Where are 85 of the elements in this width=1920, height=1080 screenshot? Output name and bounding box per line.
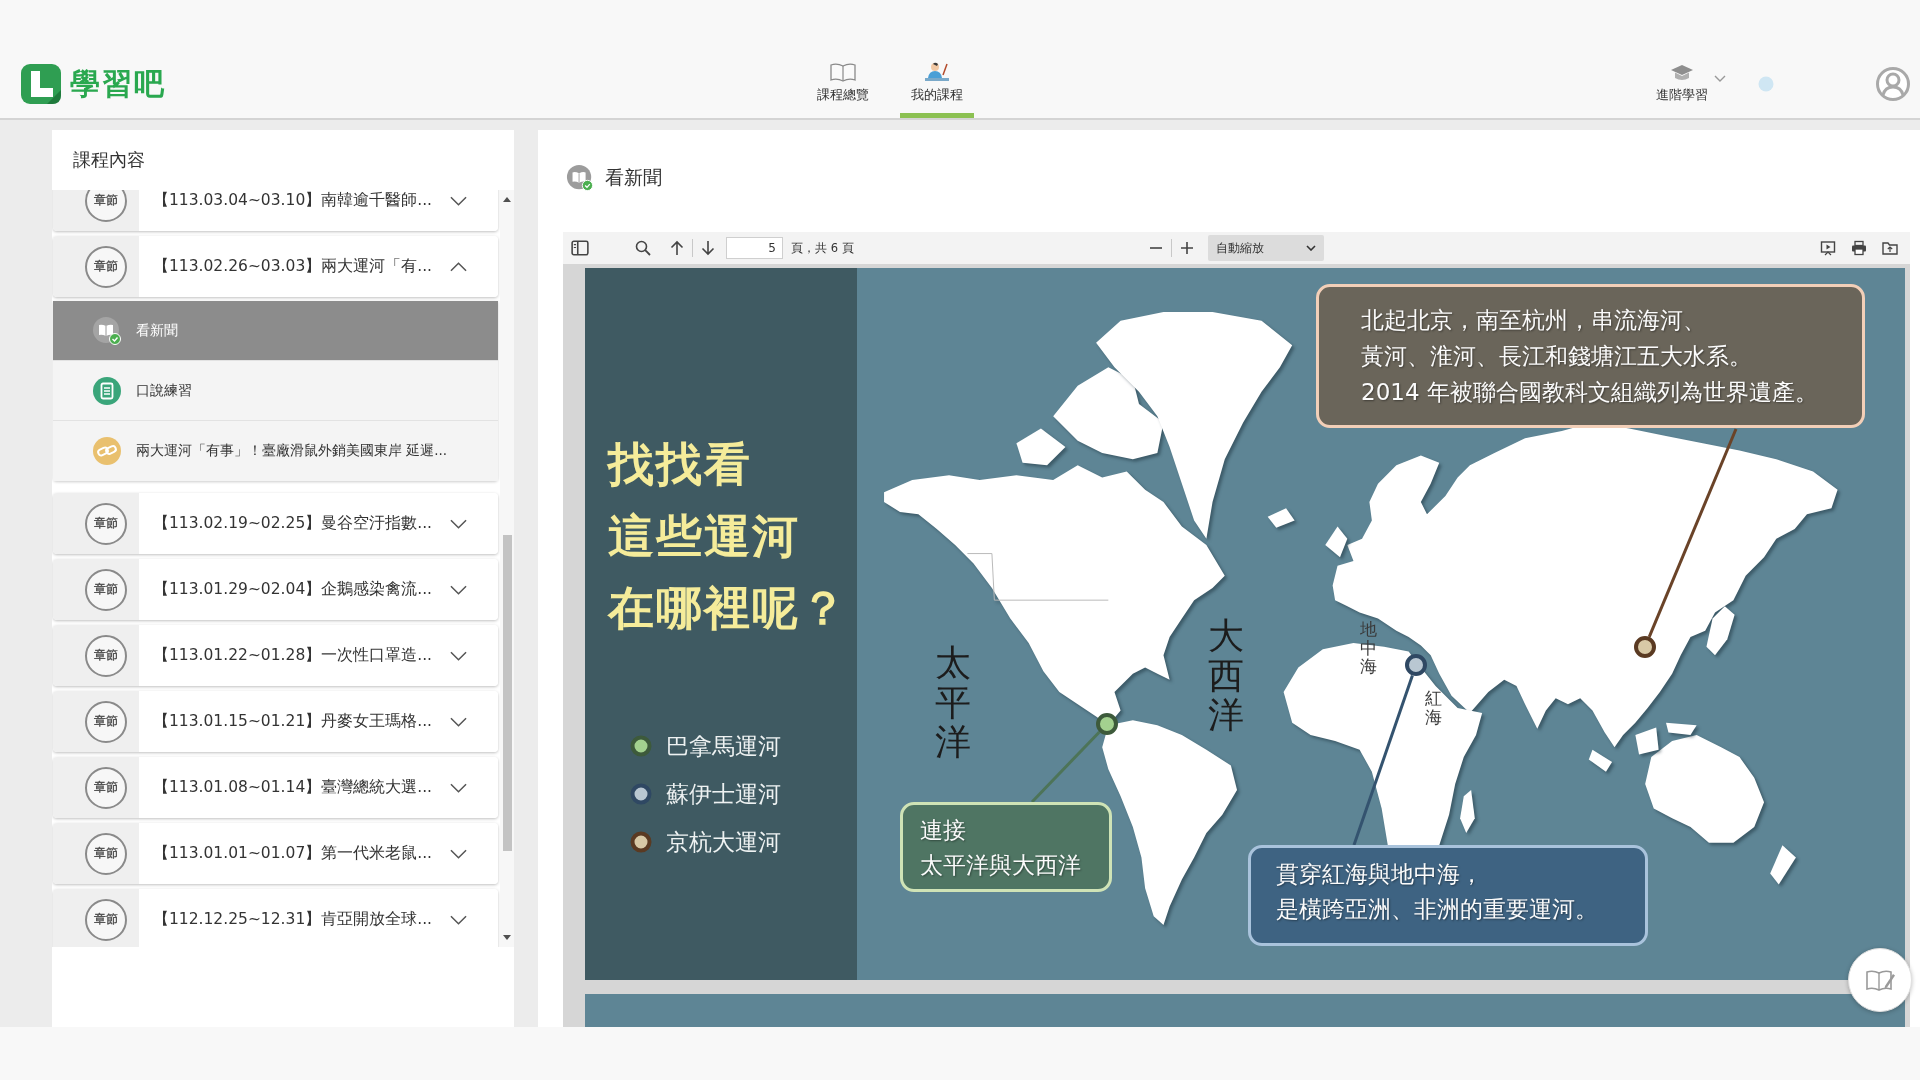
legend-marker-icon (630, 831, 652, 853)
print-icon[interactable] (1850, 240, 1868, 256)
nav-tab[interactable]: 課程總覽 (806, 62, 880, 118)
sea-label: 地中海 (1360, 620, 1377, 677)
presentation-icon[interactable] (1819, 240, 1837, 256)
chapter-badge: 章節 (85, 634, 127, 677)
island-landmass (1325, 526, 1348, 558)
lesson-item[interactable]: 兩大運河「有事」！臺廠滑鼠外銷美國東岸 延遲... (53, 421, 498, 481)
chapter-row[interactable]: 章節 【113.01.15~01.21】丹麥女王瑪格... (53, 691, 498, 752)
arrow-down-icon[interactable] (699, 240, 717, 256)
chapter-badge: 章節 (85, 245, 127, 288)
chapter-row[interactable]: 章節 【112.12.25~12.31】肯亞開放全球... (53, 889, 498, 947)
document-icon (92, 375, 122, 406)
legend-marker-icon (630, 783, 652, 805)
island-landmass (1770, 845, 1796, 885)
chapter-badge: 章節 (85, 898, 127, 941)
lesson-label: 兩大運河「有事」！臺廠滑鼠外銷美國東岸 延遲... (136, 442, 448, 460)
island-landmass (1460, 790, 1475, 833)
canal-marker-icon (1634, 636, 1656, 658)
logo-icon (21, 64, 61, 104)
link-icon (92, 436, 122, 466)
chapter-title: 【112.12.25~12.31】肯亞開放全球... (153, 909, 433, 930)
island-landmass (1635, 727, 1659, 755)
chevron-down-icon (1714, 75, 1726, 83)
legend-marker-icon (630, 735, 652, 757)
map-callout: 貫穿紅海與地中海， 是橫跨亞洲、非洲的重要運河。 (1248, 845, 1648, 946)
menu-button[interactable]: 進階學習 (1656, 64, 1726, 104)
chapter-row[interactable]: 章節 【113.01.22~01.28】一次性口罩造... (53, 625, 498, 686)
page-count: 頁，共 6 頁 (791, 240, 854, 256)
chapter-row[interactable]: 章節 【113.01.08~01.14】臺灣總統大選... (53, 757, 498, 818)
ocean-label: 大西洋 (1208, 616, 1244, 735)
lesson-label: 口說練習 (136, 381, 192, 400)
chapter-row[interactable]: 章節 【113.02.26~03.03】兩大運河「有... (53, 236, 498, 297)
legend-label: 巴拿馬運河 (666, 731, 781, 761)
page-number-field[interactable]: 5 (726, 237, 783, 259)
sidebar-title: 課程內容 (72, 148, 146, 172)
chapter-title: 【113.01.08~01.14】臺灣總統大選... (153, 777, 433, 798)
caret-icon (1305, 245, 1316, 251)
book-pen-icon (1865, 968, 1895, 992)
ocean-label: 太平洋 (935, 643, 971, 762)
chapter-row[interactable]: 章節 【113.02.19~02.25】曼谷空汙指數... (53, 493, 498, 554)
teacher-icon (924, 62, 950, 82)
chapter-badge: 章節 (85, 700, 127, 743)
chapter-title: 【113.01.22~01.28】一次性口罩造... (153, 645, 433, 666)
arrow-up-icon[interactable] (668, 240, 686, 256)
island-landmass (1706, 606, 1735, 656)
map-callout: 連接 太平洋與大西洋 (900, 802, 1112, 892)
slide-heading: 找找看 這些運河 在哪裡呢？ (608, 436, 849, 637)
content-title: 看新聞 (605, 165, 662, 190)
book-check-icon (92, 315, 122, 346)
book-check-icon (566, 164, 594, 192)
circle-icon (1758, 76, 1774, 92)
folder-icon[interactable] (1881, 240, 1899, 256)
chapter-row[interactable]: 章節 【113.01.01~01.07】第一代米老鼠... (53, 823, 498, 884)
lesson-label: 看新聞 (136, 321, 178, 340)
sidebar-toggle-icon[interactable] (571, 240, 589, 256)
lesson-item[interactable]: 口說練習 (53, 361, 498, 421)
chapter-title: 【113.02.19~02.25】曼谷空汙指數... (153, 513, 433, 534)
canal-marker-icon (1405, 654, 1427, 676)
sea-label: 紅海 (1425, 689, 1442, 727)
chapter-title: 【113.02.26~03.03】兩大運河「有... (153, 256, 433, 277)
chapter-title: 【113.03.04~03.10】南韓逾千醫師... (153, 190, 433, 211)
chapter-badge: 章節 (85, 568, 127, 611)
chapter-badge: 章節 (85, 766, 127, 809)
chapter-row[interactable]: 章節 【113.03.04~03.10】南韓逾千醫師... (53, 190, 498, 231)
chapter-row[interactable]: 章節 【113.01.29~02.04】企鵝感染禽流... (53, 559, 498, 620)
zoom-select[interactable]: 自動縮放 (1207, 235, 1324, 261)
legend-label: 蘇伊士運河 (666, 779, 781, 809)
chapter-title: 【113.01.29~02.04】企鵝感染禽流... (153, 579, 433, 600)
book-icon (830, 62, 856, 82)
scroll-up-arrow-icon[interactable] (503, 196, 511, 202)
chapter-title: 【113.01.15~01.21】丹麥女王瑪格... (153, 711, 433, 732)
chapter-title: 【113.01.01~01.07】第一代米老鼠... (153, 843, 433, 864)
logo-text: 學習吧 (70, 64, 166, 103)
map-callout: 北起北京，南至杭州，串流海河、 黃河、淮河、長江和錢塘江五大水系。 2014 年被聯合國教科文組織列為世界遺產。 (1316, 284, 1865, 428)
scrollbar[interactable] (500, 190, 514, 947)
chapter-badge: 章節 (85, 190, 127, 222)
canal-marker-icon (1096, 713, 1118, 735)
scroll-down-arrow-icon[interactable] (503, 935, 511, 941)
island-landmass (1267, 508, 1295, 528)
search-icon[interactable] (634, 240, 652, 256)
chapter-badge: 章節 (85, 502, 127, 545)
chapter-badge: 章節 (85, 832, 127, 875)
scrollbar-thumb[interactable] (502, 535, 512, 851)
legend-label: 京杭大運河 (666, 827, 781, 857)
